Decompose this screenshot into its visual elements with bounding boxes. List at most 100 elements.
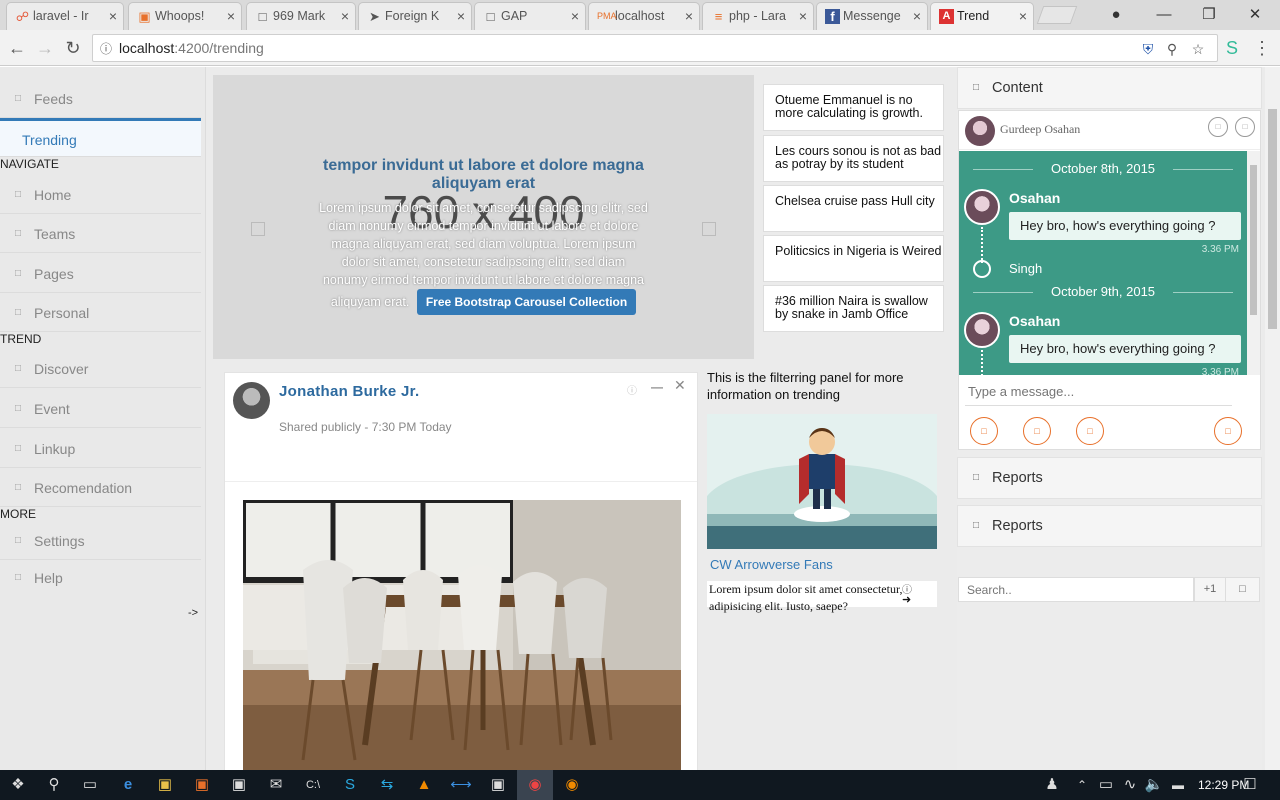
forward-icon[interactable]: → [33,36,57,60]
message-input[interactable] [965,378,1232,406]
carousel-button[interactable]: Free Bootstrap Carousel Collection [416,289,637,315]
search-icon[interactable]: ⚲ [36,770,72,800]
store-icon[interactable]: ▣ [221,770,257,800]
mail-icon[interactable]: ✉ [258,770,294,800]
sidebar-item-feeds[interactable]: □ Feeds [0,80,201,118]
sidebar-item-teams[interactable]: □ Teams [0,215,201,253]
close-icon[interactable]: × [341,3,349,29]
edge-icon[interactable]: e [110,770,146,800]
vscode-icon[interactable]: ⟷ [443,770,479,800]
send-icon[interactable]: □ [1214,417,1242,445]
close-icon[interactable]: × [109,3,117,29]
promo-link[interactable]: CW Arrowverse Fans [710,557,833,572]
browser-tab[interactable]: ➤ Foreign K × [358,2,472,30]
chrome-icon[interactable]: ◉ [517,770,553,800]
firefox-icon[interactable]: ◉ [554,770,590,800]
sidebar-item-linkup[interactable]: □ Linkup [0,430,201,468]
news-item[interactable]: Otueme Emmanuel is no more calculating i… [763,84,944,131]
close-window-button[interactable]: ✕ [1233,0,1277,30]
reports-panel-header[interactable]: □ Reports [957,457,1262,499]
browser-tab[interactable]: PMA localhost × [588,2,700,30]
menu-icon[interactable]: ⋮ [1250,36,1274,60]
browser-tab[interactable]: ☍ laravel - Ir × [6,2,124,30]
tab-title: Whoops! [155,9,205,23]
reports-panel-header[interactable]: □ Reports [957,505,1262,547]
sidebar-item-pages[interactable]: □ Pages [0,255,201,293]
sidebar-item-recomendation[interactable]: □ Recomendation [0,469,201,507]
scrollbar-thumb[interactable] [1250,165,1257,315]
search-icon[interactable]: □ [1225,577,1260,602]
teamviewer-icon[interactable]: ⇆ [369,770,405,800]
browser-tab[interactable]: f Messenge × [816,2,928,30]
login-icon[interactable]: ➜ [902,593,911,606]
news-item[interactable]: #36 million Naira is swallow by snake in… [763,285,944,332]
options-icon[interactable]: □ [1235,117,1255,137]
xampp-icon[interactable]: ▣ [184,770,220,800]
browser-tab[interactable]: □ 969 Mark × [246,2,356,30]
sidebar-item-personal[interactable]: □ Personal [0,294,201,332]
close-icon[interactable]: × [1019,3,1027,29]
browser-tab[interactable]: ≡ php - Lara × [702,2,814,30]
carousel-next-icon[interactable] [702,222,716,236]
scrollbar-thumb[interactable] [1268,109,1277,329]
restore-button[interactable]: ❐ [1187,0,1231,30]
minimize-icon[interactable]: — [651,380,663,394]
chat-scrollbar[interactable] [1247,151,1260,375]
page-scrollbar[interactable] [1265,67,1280,770]
close-icon[interactable]: × [685,3,693,29]
sidebar-item-settings[interactable]: □ Settings [0,522,201,560]
content-panel-header[interactable]: □ Content [957,67,1262,109]
skype-icon[interactable]: S [332,770,368,800]
language-icon[interactable]: ▬ [1160,770,1196,800]
close-icon[interactable]: × [571,3,579,29]
sidebar-item-label: Teams [34,226,76,242]
address-bar[interactable]: ⓘ localhost:4200/trending ⛨ ⚲ ☆ [92,34,1218,62]
info-icon[interactable]: ⓘ [97,40,115,58]
search-input[interactable] [958,577,1194,602]
close-icon[interactable]: × [913,3,921,29]
image-icon[interactable]: □ [1023,417,1051,445]
notification-icon[interactable]: ☐ [1232,770,1268,800]
video-call-icon[interactable]: □ [1208,117,1228,137]
search-count-button[interactable]: +1 [1194,577,1226,602]
news-item[interactable]: Politicsics in Nigeria is Weired [763,235,944,282]
profile-icon[interactable]: ● [1094,0,1138,30]
task-view-icon[interactable]: ▭ [72,770,108,800]
bookmark-star-icon[interactable]: ☆ [1189,40,1207,58]
new-tab-button[interactable] [1036,6,1078,24]
post-author[interactable]: Jonathan Burke Jr. [279,383,419,400]
shield-icon[interactable]: ⛨ [1139,40,1157,58]
carousel-prev-icon[interactable] [251,222,265,236]
close-icon[interactable]: ✕ [674,377,686,394]
news-item[interactable]: Chelsea cruise pass Hull city [763,185,944,232]
zoom-icon[interactable]: ⚲ [1163,40,1181,58]
photos-icon[interactable]: ▣ [480,770,516,800]
reload-icon[interactable]: ↻ [61,36,85,60]
emoji-icon[interactable]: □ [1076,417,1104,445]
close-icon[interactable]: × [799,3,807,29]
sidebar-toggle[interactable]: -> [188,607,198,619]
browser-tab[interactable]: ▣ Whoops! × [128,2,242,30]
sidebar-item-trending[interactable]: Trending [0,118,201,157]
cmd-icon[interactable]: C:\ [295,770,331,800]
sidebar-item-event[interactable]: □ Event [0,390,201,428]
extension-icon[interactable]: S [1220,36,1244,60]
sidebar-item-discover[interactable]: □ Discover [0,350,201,388]
minimize-button[interactable]: — [1142,0,1186,30]
browser-tab[interactable]: □ GAP × [474,2,586,30]
file-explorer-icon[interactable]: ▣ [147,770,183,800]
angular-icon: A [939,9,954,24]
browser-tab-active[interactable]: A Trend × [930,2,1034,30]
vlc-icon[interactable]: ▲ [406,770,442,800]
avatar[interactable] [965,116,995,146]
close-icon[interactable]: × [227,3,235,29]
close-icon[interactable]: × [457,3,465,29]
attach-icon[interactable]: □ [970,417,998,445]
sidebar-item-home[interactable]: □ Home [0,176,201,214]
help-icon[interactable]: ⓘ [627,382,637,397]
news-item[interactable]: Les cours sonou is not as bad as potray … [763,135,944,182]
avatar[interactable] [233,382,270,419]
sidebar-item-help[interactable]: □ Help [0,559,201,597]
back-icon[interactable]: ← [5,36,29,60]
windows-start-icon[interactable]: ❖ [0,770,36,800]
